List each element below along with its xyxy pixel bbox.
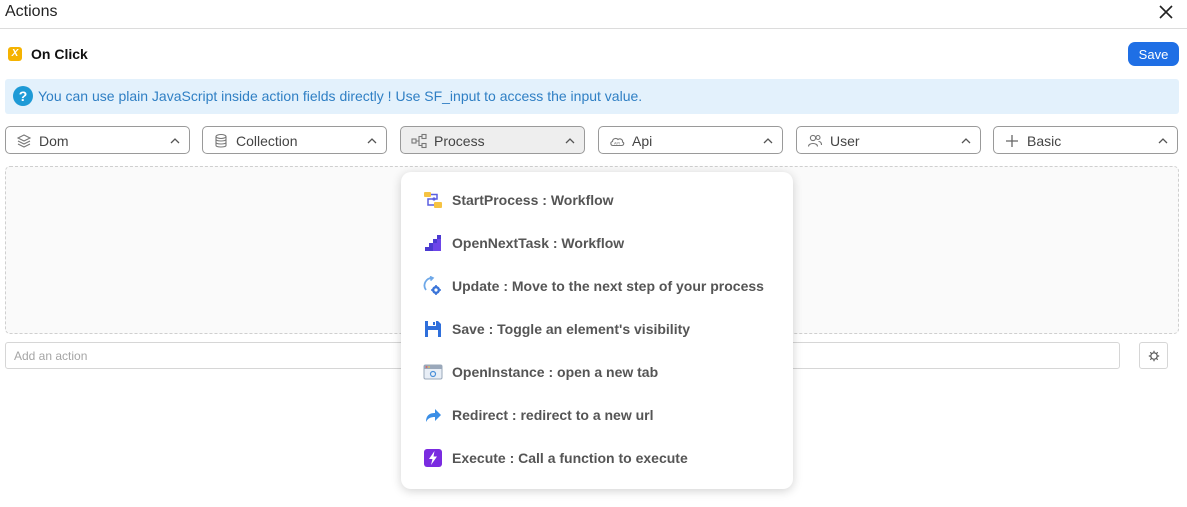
users-icon [807,134,823,147]
info-text: You can use plain JavaScript inside acti… [38,88,643,104]
chevron-up-icon [763,138,773,144]
save-button[interactable]: Save [1128,42,1179,66]
menu-item-open-next-task[interactable]: OpenNextTask : Workflow [401,224,793,262]
dropdown-collection[interactable]: Collection [202,126,387,154]
chevron-up-icon [170,138,180,144]
dialog-header: Actions [0,0,1187,29]
menu-item-update[interactable]: Update : Move to the next step of your p… [401,267,793,305]
update-gear-icon [423,276,441,295]
info-banner: ? You can use plain JavaScript inside ac… [5,79,1179,114]
dropdown-process[interactable]: Process [400,126,585,154]
menu-item-label: Redirect : redirect to a new url [452,407,654,423]
dropdown-label: Dom [39,133,69,149]
menu-item-start-process[interactable]: StartProcess : Workflow [401,181,793,219]
dropdown-label: Collection [236,133,298,149]
event-badge-icon: X [8,47,22,61]
dropdown-basic[interactable]: Basic [993,126,1178,154]
question-circle-icon: ? [13,86,33,106]
menu-item-redirect[interactable]: Redirect : redirect to a new url [401,396,793,434]
dropdown-label: User [830,133,860,149]
close-icon[interactable] [1157,3,1175,21]
menu-item-label: Update : Move to the next step of your p… [452,278,764,294]
process-menu: StartProcess : Workflow OpenNextTask : W… [401,172,793,489]
menu-item-execute[interactable]: Execute : Call a function to execute [401,439,793,477]
cloud-api-icon: API [610,137,625,147]
menu-item-label: OpenNextTask : Workflow [452,235,625,251]
redirect-arrow-icon [426,409,441,422]
menu-item-label: OpenInstance : open a new tab [452,364,659,380]
database-icon [215,133,227,148]
dropdown-label: Basic [1027,133,1062,149]
save-floppy-icon [425,321,441,337]
menu-item-save[interactable]: Save : Toggle an element's visibility [401,310,793,348]
menu-item-label: StartProcess : Workflow [452,192,614,208]
event-row: X On Click Save [0,42,1187,68]
menu-item-open-instance[interactable]: OpenInstance : open a new tab [401,353,793,391]
event-label: On Click [31,46,88,62]
workflow-icon [411,133,427,149]
menu-item-label: Save : Toggle an element's visibility [452,321,691,337]
menu-item-label: Execute : Call a function to execute [452,450,688,466]
settings-button[interactable] [1139,342,1168,369]
start-process-icon [424,192,442,208]
plus-icon [1006,135,1018,147]
chevron-up-icon [565,138,575,144]
next-task-icon [425,235,441,251]
svg-text:API: API [614,141,620,145]
dropdown-label: Api [632,133,653,149]
layers-icon [16,134,32,148]
chevron-up-icon [1158,138,1168,144]
dialog-title: Actions [5,3,58,20]
dropdown-api[interactable]: API Api [598,126,783,154]
dropdown-dom[interactable]: Dom [5,126,190,154]
dropdown-label: Process [434,133,485,149]
lightning-icon [424,449,442,467]
dropdown-user[interactable]: User [796,126,981,154]
gear-icon [1148,350,1160,362]
chevron-up-icon [367,138,377,144]
browser-window-icon [423,364,443,380]
chevron-up-icon [961,138,971,144]
